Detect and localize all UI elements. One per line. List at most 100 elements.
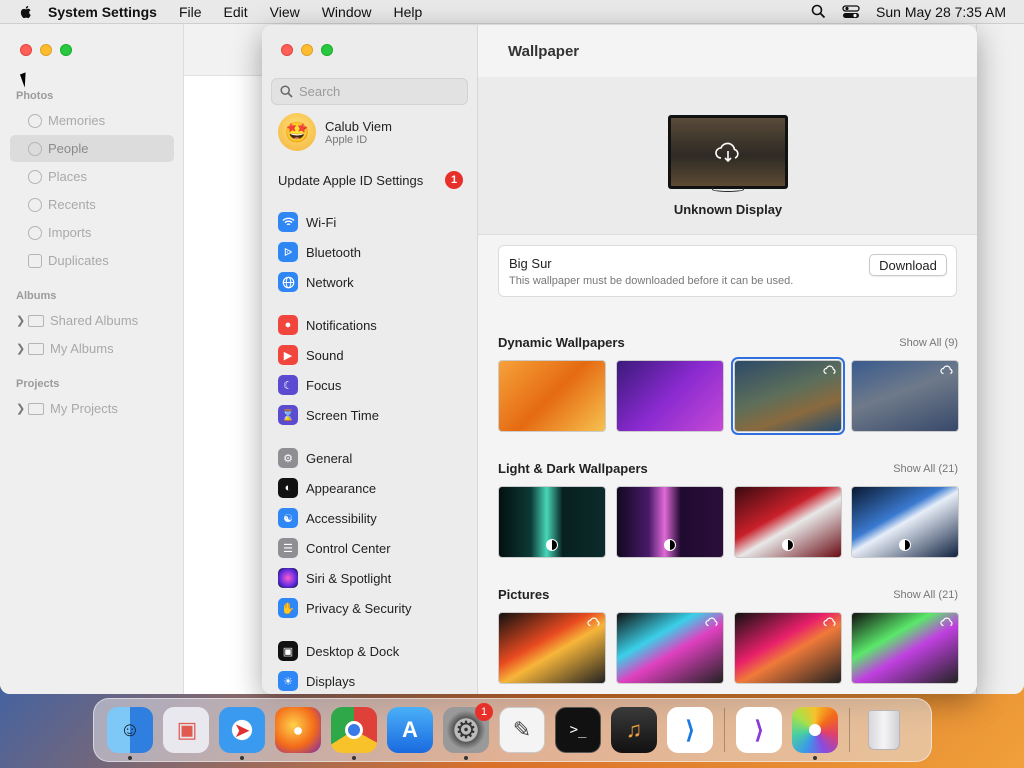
dock-system-settings[interactable]: ⚙ 1 (443, 703, 493, 760)
sidebar-item-privacy-security[interactable]: ✋ Privacy & Security (278, 596, 411, 620)
spotlight-search-icon[interactable] (811, 4, 826, 19)
wallpaper-thumb[interactable] (616, 360, 724, 432)
dock-firefox[interactable]: ● (275, 707, 321, 753)
guitar-icon: ♫ (625, 717, 643, 742)
download-button[interactable]: Download (869, 254, 947, 276)
apple-id-account[interactable]: 🤩 Calub Viem Apple ID (278, 113, 392, 151)
globe-icon (278, 272, 298, 292)
show-all-button[interactable]: Show All (9) (899, 337, 958, 349)
light-dark-icon (664, 539, 676, 551)
photos-item-duplicates[interactable]: Duplicates (10, 247, 174, 274)
dock-trash[interactable] (861, 707, 907, 753)
light-dark-icon (546, 539, 558, 551)
chevron-right-icon[interactable]: ❯ (16, 314, 25, 327)
sidebar-item-notifications[interactable]: ● Notifications (278, 313, 377, 337)
update-apple-id-settings[interactable]: Update Apple ID Settings 1 (278, 171, 463, 189)
wallpaper-thumb[interactable] (734, 612, 842, 684)
menu-window[interactable]: Window (322, 4, 372, 20)
photos-zoom-button[interactable] (60, 44, 72, 56)
sidebar-item-control-center[interactable]: ☰ Control Center (278, 536, 391, 560)
wallpaper-thumb[interactable] (498, 486, 606, 558)
settings-zoom-button[interactable] (321, 44, 333, 56)
memories-icon (28, 113, 42, 128)
app-store-icon: A (402, 717, 418, 742)
dock-garageband[interactable]: ♫ (611, 707, 657, 753)
sidebar-item-desktop-dock[interactable]: ▣ Desktop & Dock (278, 639, 399, 663)
running-indicator (464, 756, 468, 760)
dock-photos[interactable] (792, 707, 838, 760)
control-center-icon[interactable] (842, 4, 860, 19)
wallpaper-thumb[interactable] (734, 486, 842, 558)
photos-item-my-albums[interactable]: ❯ My Albums (10, 335, 174, 362)
photos-item-my-projects[interactable]: ❯ My Projects (10, 395, 174, 422)
projects-section-header: Projects (16, 378, 60, 390)
sidebar-item-screen-time[interactable]: ⌛ Screen Time (278, 403, 379, 427)
dock-terminal[interactable]: >_ (555, 707, 601, 753)
wallpaper-thumb-selected[interactable] (731, 357, 845, 435)
photos-right-panel (976, 24, 1024, 694)
sidebar-item-bluetooth[interactable]: ᐉ Bluetooth (278, 240, 361, 264)
chrome-icon (345, 721, 363, 739)
dock-visual-studio[interactable]: ⟩ (736, 707, 782, 753)
apple-menu-icon[interactable] (18, 4, 34, 20)
sidebar-item-siri-spotlight[interactable]: Siri & Spotlight (278, 566, 391, 590)
photos-sidebar: Photos Memories People Places Recents Im… (0, 24, 184, 694)
photos-item-memories[interactable]: Memories (10, 107, 174, 134)
sidebar-item-displays[interactable]: ☀ Displays (278, 669, 355, 693)
hand-icon: ✋ (278, 598, 298, 618)
menu-help[interactable]: Help (394, 4, 423, 20)
dock-textedit[interactable]: ✎ (499, 707, 545, 753)
menu-view[interactable]: View (270, 4, 300, 20)
sidebar-item-sound[interactable]: ▶ Sound (278, 343, 344, 367)
sidebar-item-network[interactable]: Network (278, 270, 354, 294)
dock-app-store[interactable]: A (387, 707, 433, 753)
photos-item-places[interactable]: Places (10, 163, 174, 190)
wallpaper-thumb[interactable] (498, 612, 606, 684)
dock-finder[interactable]: ☺ (107, 707, 153, 760)
pin-icon (28, 169, 42, 184)
menu-edit[interactable]: Edit (224, 4, 248, 20)
wallpaper-thumb[interactable] (851, 612, 959, 684)
sidebar-item-accessibility[interactable]: ☯ Accessibility (278, 506, 377, 530)
dock-chrome[interactable] (331, 707, 377, 760)
settings-minimize-button[interactable] (301, 44, 313, 56)
dock-vscode[interactable]: ⟩ (667, 707, 713, 753)
sidebar-item-appearance[interactable]: ◐ Appearance (278, 476, 376, 500)
sidebar-item-general[interactable]: ⚙ General (278, 446, 352, 470)
menu-app-name[interactable]: System Settings (48, 4, 157, 20)
photos-item-imports[interactable]: Imports (10, 219, 174, 246)
sidebar-item-focus[interactable]: ☾ Focus (278, 373, 341, 397)
photos-minimize-button[interactable] (40, 44, 52, 56)
menu-file[interactable]: File (179, 4, 202, 20)
wallpaper-thumb[interactable] (498, 360, 606, 432)
photos-item-recents[interactable]: Recents (10, 191, 174, 218)
settings-close-button[interactable] (281, 44, 293, 56)
photos-item-people[interactable]: People (10, 135, 174, 162)
menu-clock[interactable]: Sun May 28 7:35 AM (876, 4, 1006, 20)
wallpaper-pane: Wallpaper Unknown Display Big Sur This w… (478, 25, 977, 694)
dock-safari[interactable]: ➤ (219, 707, 265, 760)
show-all-button[interactable]: Show All (21) (893, 589, 958, 601)
folder-icon (28, 314, 44, 327)
show-all-button[interactable]: Show All (21) (893, 463, 958, 475)
photos-item-shared-albums[interactable]: ❯ Shared Albums (10, 307, 174, 334)
photos-close-button[interactable] (20, 44, 32, 56)
cloud-download-icon (823, 365, 836, 375)
wallpaper-thumb[interactable] (616, 612, 724, 684)
duplicate-icon (28, 253, 42, 268)
wallpaper-thumb[interactable] (851, 486, 959, 558)
wallpaper-thumb[interactable] (616, 486, 724, 558)
settings-search-field[interactable]: Search (271, 78, 468, 105)
group-title: Pictures (498, 587, 550, 602)
chevron-right-icon[interactable]: ❯ (16, 342, 25, 355)
albums-section-header: Albums (16, 290, 57, 302)
sidebar-item-label: Screen Time (306, 407, 379, 423)
photos-item-label: My Projects (50, 401, 118, 416)
dock-launchpad[interactable]: ▣ (163, 707, 209, 753)
photos-item-label: People (48, 141, 89, 156)
cloud-download-icon (940, 617, 953, 627)
sidebar-item-wifi[interactable]: Wi-Fi (278, 210, 336, 234)
chevron-right-icon[interactable]: ❯ (16, 402, 25, 415)
moon-icon: ☾ (278, 375, 298, 395)
wallpaper-thumb[interactable] (851, 360, 959, 432)
